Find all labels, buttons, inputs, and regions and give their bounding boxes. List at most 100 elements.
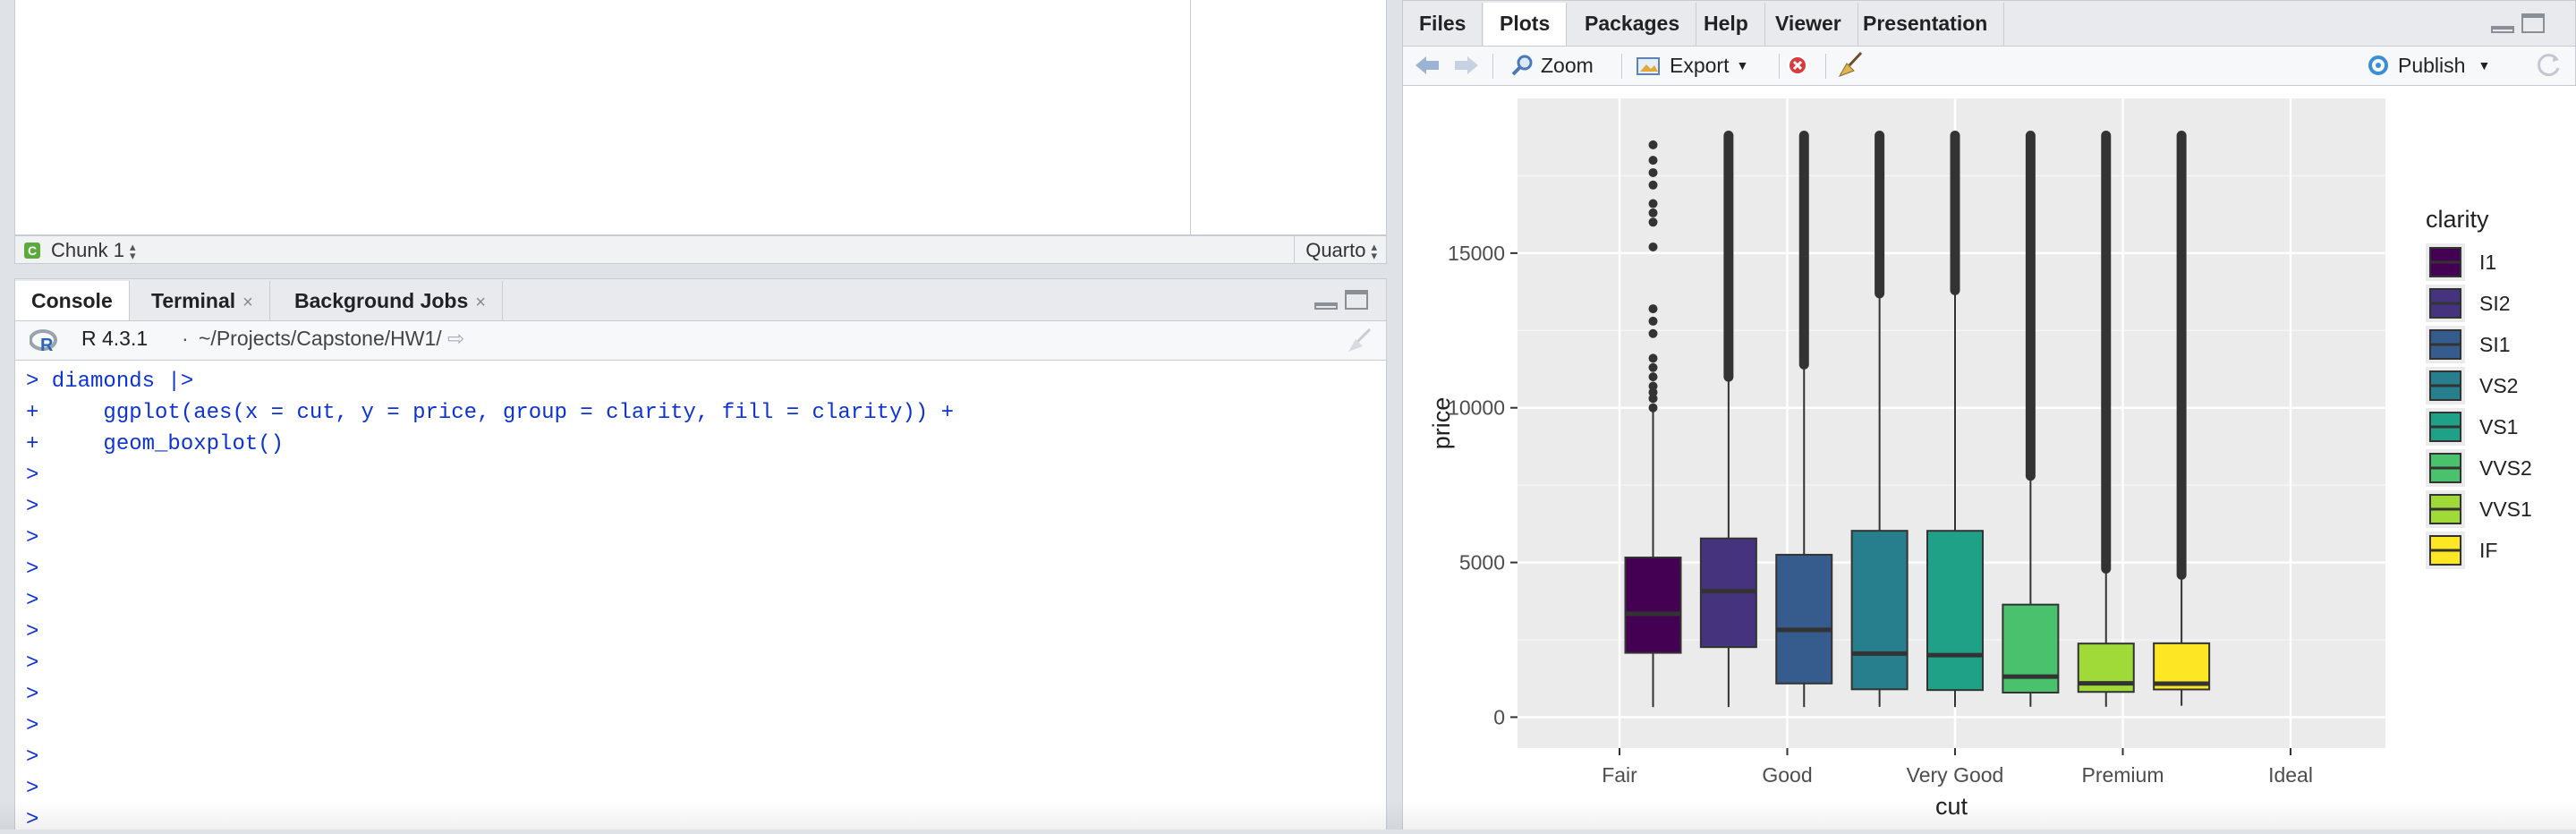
clear-console-icon[interactable] [1345, 327, 1373, 353]
remove-plot-button[interactable] [1786, 49, 1809, 81]
tab-label: Files [1419, 12, 1467, 35]
box-i1 [1624, 557, 1682, 654]
legend-label: VS1 [2479, 415, 2518, 438]
refresh-button[interactable] [2536, 49, 2563, 81]
console-header: R R 4.3.1 · ~/Projects/Capstone/HW1/ ⇨ [14, 321, 1387, 361]
tab-files[interactable]: Files [1403, 3, 1484, 46]
box-vs2 [1850, 530, 1909, 691]
zoom-button[interactable]: Zoom [1510, 49, 1594, 81]
close-icon[interactable]: × [242, 293, 253, 312]
plot-viewer: 0 5000 10000 15000 Fair Good Very Good Premium I… [1402, 86, 2576, 830]
refresh-icon [2538, 54, 2560, 77]
r-version: R 4.3.1 [81, 327, 149, 350]
arrow-left-icon [1416, 56, 1439, 74]
y-tick-label: 10000 [1448, 396, 1505, 420]
svg-text:R: R [40, 336, 54, 353]
boxplot-chart: 0 5000 10000 15000 Fair Good Very Good Premium I… [1428, 98, 2532, 820]
maximize-icon[interactable] [2521, 13, 2545, 33]
console-line: > [26, 745, 39, 770]
x-axis-title: cut [1935, 793, 1968, 820]
console-output[interactable]: > diamonds |> + ggplot(aes(x = cut, y = p… [14, 361, 1387, 830]
forward-button[interactable] [1453, 49, 1480, 81]
outlier-point [1648, 242, 1658, 251]
publish-button[interactable]: Publish ▼ [2366, 49, 2490, 81]
y-axis-title: price [1428, 397, 1455, 450]
x-tick-label: Very Good [1907, 763, 2004, 787]
minimize-icon[interactable] [1314, 302, 1338, 310]
tab-label: Background Jobs [294, 289, 469, 312]
console-line: > [26, 589, 39, 613]
tab-presentation[interactable]: Presentation [1847, 3, 2005, 46]
console-line: > [26, 495, 39, 519]
editor-status-bar: C Chunk 1 ▴ ▾ Quarto ▴ ▾ [14, 235, 1387, 264]
tab-label: Presentation [1863, 12, 1988, 35]
arrow-right-icon [1455, 56, 1478, 74]
box-si1 [1775, 553, 1833, 685]
tab-help[interactable]: Help [1688, 3, 1765, 46]
outlier-point [1648, 316, 1658, 326]
caret-down-icon: ▼ [2478, 58, 2491, 72]
tab-packages[interactable]: Packages [1569, 3, 1697, 46]
tab-label: Terminal [151, 289, 236, 312]
y-tick-label: 15000 [1448, 242, 1505, 265]
updown-icon: ▴ ▾ [1371, 240, 1377, 263]
y-tick-label: 5000 [1459, 551, 1505, 574]
console-line: > [26, 620, 39, 644]
console-line: > [26, 683, 39, 707]
toolbar-separator [1492, 54, 1493, 79]
console-line: > [26, 557, 39, 582]
close-icon[interactable]: × [475, 293, 486, 312]
path-text: ~/Projects/Capstone/HW1/ [199, 327, 442, 350]
box-vs1 [1926, 530, 1984, 692]
broom-icon [1838, 51, 1863, 77]
tab-background-jobs[interactable]: Background Jobs × [278, 281, 503, 320]
publish-icon [2368, 55, 2388, 75]
outlier-point [1648, 381, 1658, 391]
console-line: > [26, 651, 39, 676]
chunk-selector[interactable]: Chunk 1 ▴ ▾ [51, 239, 135, 262]
remove-plot-icon [1788, 55, 1807, 75]
minimize-icon[interactable] [2491, 26, 2514, 33]
toolbar-separator [1825, 54, 1826, 79]
outlier-point [1648, 140, 1658, 149]
tab-label: Plots [1500, 12, 1551, 35]
y-tick-label: 0 [1493, 705, 1505, 728]
caret-down-icon: ▼ [1736, 58, 1749, 72]
doc-type-selector[interactable]: Quarto ▴ ▾ [1294, 236, 1386, 263]
plots-toolbar: Zoom Export ▼ Publish ▼ [1402, 47, 2576, 86]
console-line: > [26, 777, 39, 801]
r-logo-icon: R [30, 329, 57, 353]
outlier-point [1648, 372, 1658, 382]
source-editor[interactable] [14, 0, 1387, 235]
zoom-icon [1511, 55, 1533, 76]
maximize-icon[interactable] [1345, 290, 1368, 310]
legend-label: SI1 [2479, 333, 2511, 356]
tab-terminal[interactable]: Terminal × [135, 281, 270, 320]
legend-label: I1 [2479, 251, 2496, 274]
margin-line [1190, 0, 1191, 235]
tab-label: Packages [1585, 12, 1680, 35]
toolbar-separator [1621, 54, 1622, 79]
tab-viewer[interactable]: Viewer [1759, 3, 1858, 46]
files-tabbar: Files Plots Packages Help Viewer Present… [1402, 0, 2576, 47]
legend-label: VS2 [2479, 374, 2518, 397]
export-button[interactable]: Export ▼ [1636, 49, 1748, 81]
goto-dir-icon[interactable]: ⇨ [447, 327, 464, 350]
outlier-point [1648, 208, 1658, 217]
export-icon [1637, 57, 1660, 75]
tab-plots[interactable]: Plots [1484, 3, 1568, 46]
console-tabbar: Console Terminal × Background Jobs × [14, 278, 1387, 321]
console-line: > [26, 808, 39, 830]
working-directory[interactable]: ~/Projects/Capstone/HW1/ ⇨ [199, 327, 464, 351]
back-button[interactable] [1414, 49, 1441, 81]
console-line: > [26, 526, 39, 550]
tab-console[interactable]: Console [15, 281, 130, 320]
outlier-point [1648, 304, 1658, 314]
console-line: > [26, 464, 39, 488]
tab-label: Console [31, 289, 113, 312]
outlier-point [1648, 353, 1658, 363]
outlier-point [1648, 199, 1658, 208]
export-label: Export [1670, 53, 1730, 77]
chunk-icon: C [24, 243, 40, 259]
clear-plots-button[interactable] [1836, 49, 1865, 81]
